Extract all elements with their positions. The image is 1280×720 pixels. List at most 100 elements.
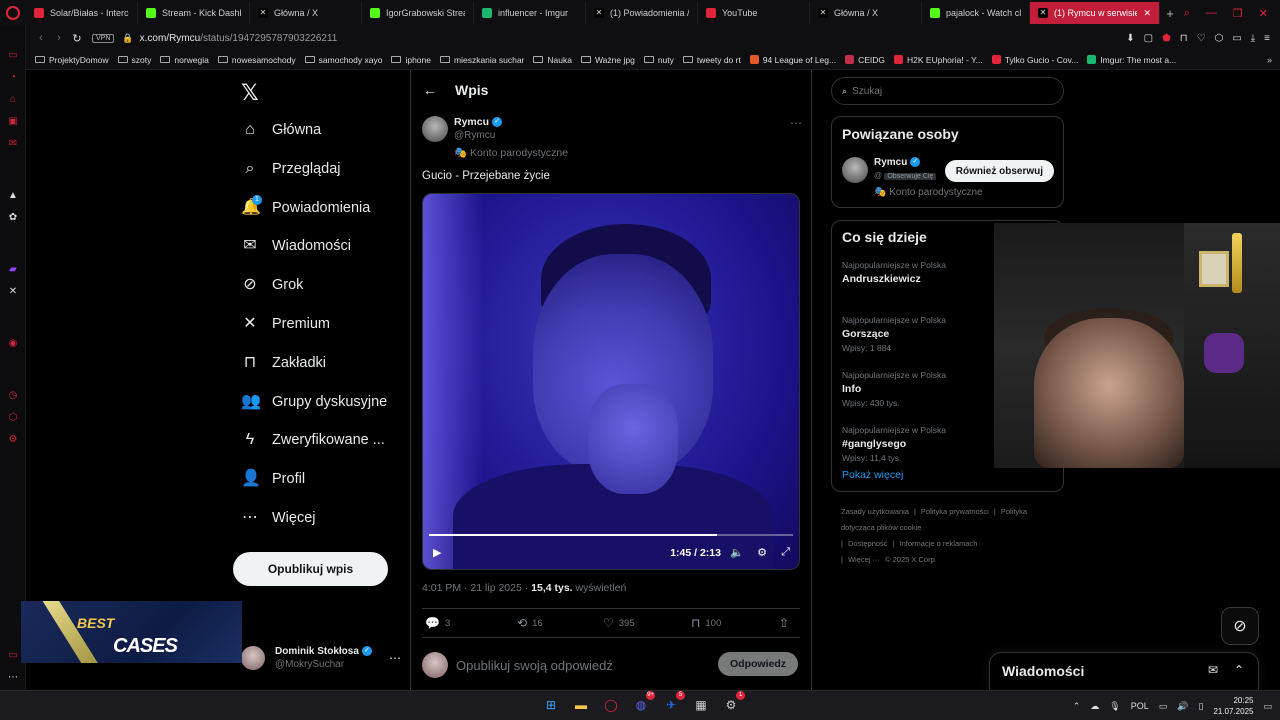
sidebar-x-icon[interactable]: ✕ (7, 286, 19, 298)
url-field[interactable]: x.com/Rymcu/status/1947295787903226211 (140, 33, 338, 44)
battery-icon[interactable]: ▯ (1198, 701, 1203, 712)
show-more-link[interactable]: Pokaż więcej (842, 469, 903, 481)
grok-floating-button[interactable]: ⊘ (1221, 607, 1259, 645)
nav-item-lightning[interactable]: ϟ Zweryfikowane ... (241, 428, 385, 452)
heart-icon[interactable]: ♡ (1197, 33, 1206, 44)
video-player[interactable]: ▶ 1:45 / 2:13 🔈 ⚙ ⤢ (422, 193, 800, 570)
browser-tab[interactable]: YouTube (698, 2, 810, 24)
footer-link[interactable]: Dostępność (848, 539, 888, 548)
nav-item-grok[interactable]: ⊘ Grok (241, 273, 303, 297)
post-timestamp[interactable]: 4:01 PM · 21 lip 2025 · (422, 582, 531, 594)
search-box[interactable]: ⌕ (831, 77, 1064, 105)
opera-logo-icon[interactable] (0, 0, 26, 26)
nav-item-bell[interactable]: 🔔 1 Powiadomienia (241, 194, 370, 220)
footer-link[interactable]: Polityka prywatności (921, 507, 989, 516)
footer-link[interactable]: © 2025 X Corp. (885, 555, 937, 564)
nav-item-home[interactable]: ⌂ Główna (241, 118, 321, 142)
sidebar-gx-icon[interactable]: ▭ (7, 650, 19, 662)
account-switcher[interactable]: Dominik Stokłosa ✓ @MokrySuchar ⋯ (241, 640, 401, 676)
nav-item-bookmark[interactable]: ⊓ Zakładki (241, 351, 326, 375)
footer-link[interactable]: Więcej ··· (848, 555, 880, 564)
maximize-icon[interactable]: ❐ (1233, 7, 1243, 20)
account-more-icon[interactable]: ⋯ (389, 651, 401, 665)
browser-tab[interactable]: ✕ (1) Powiadomienia / X (586, 2, 698, 24)
lock-icon[interactable]: 🔒 (122, 33, 133, 44)
nav-item-mail[interactable]: ✉ Wiadomości (241, 234, 351, 258)
browser-tab[interactable]: influencer - Imgur (474, 2, 586, 24)
expand-icon[interactable]: ⌃ (1234, 663, 1244, 677)
download-icon[interactable]: ⤓ (1251, 33, 1255, 44)
nav-item-profile[interactable]: 👤 Profil (241, 467, 305, 491)
bookmark-page-icon[interactable]: ⊓ (1180, 33, 1188, 44)
messages-drawer[interactable]: Wiadomości ✉ ⌃ (989, 652, 1259, 690)
like-action[interactable]: ♡ 395 (603, 616, 691, 630)
follow-back-button[interactable]: Również obserwuj (944, 160, 1054, 182)
nav-item-x-premium[interactable]: ✕ Premium (241, 312, 330, 336)
video-progress-bar[interactable] (429, 534, 793, 536)
author-avatar[interactable] (422, 116, 448, 142)
minimize-icon[interactable]: — (1206, 7, 1217, 19)
reply-button[interactable]: Odpowiedz (718, 652, 798, 676)
bookmark-item[interactable]: iphone (391, 55, 431, 65)
steam-icon[interactable]: ⚙ 1 (720, 691, 745, 716)
extensions-icon[interactable]: ⬡ (1215, 33, 1224, 44)
messenger-icon[interactable]: ✈ 5 (660, 691, 685, 716)
browser-tab[interactable]: ✕ Główna / X (810, 2, 922, 24)
post-more-icon[interactable]: ⋯ (790, 116, 802, 130)
sidebar-gx-corner-icon[interactable]: ▣ (7, 116, 19, 128)
bookmark-item[interactable]: mieszkania suchar (440, 55, 524, 65)
sidebar-more-icon[interactable]: ⋯ (7, 672, 19, 684)
share-action[interactable]: ⇧ (779, 616, 794, 630)
windows-start-icon[interactable]: ⊞ (540, 694, 562, 716)
calculator-icon[interactable]: ▦ (690, 694, 712, 716)
author-name[interactable]: Rymcu (454, 116, 489, 128)
bookmark-item[interactable]: ProjektyDomow (35, 55, 109, 65)
sidebar-history-icon[interactable]: ◷ (7, 390, 19, 402)
reply-input[interactable]: Opublikuj swoją odpowiedź (456, 658, 613, 673)
bookmark-item[interactable]: 94 League of Leg... (749, 55, 836, 65)
bookmark-item[interactable]: tweety do rt (682, 55, 741, 65)
easy-setup-icon[interactable]: ≡ (1264, 33, 1270, 44)
post-button[interactable]: Opublikuj wpis (233, 552, 388, 586)
bookmark-item[interactable]: samochody xayo (304, 55, 382, 65)
notifications-icon[interactable]: ▭ (1263, 701, 1272, 712)
sidebar-gx-control-icon[interactable]: ⌂ (7, 94, 19, 106)
bookmark-item[interactable]: nowesamochody (217, 55, 296, 65)
repost-action[interactable]: ⟲ 16 (517, 616, 603, 630)
browser-tab[interactable]: Stream - Kick Dashb (138, 2, 250, 24)
opera-gx-icon[interactable]: ◯ (600, 694, 622, 716)
bookmark-item[interactable]: CEIDG (845, 55, 885, 65)
wallet-icon[interactable]: ▭ (1232, 33, 1241, 44)
onedrive-icon[interactable]: ☁ (1090, 701, 1099, 712)
volume-icon[interactable]: 🔈 (730, 546, 744, 559)
sidebar-mail-icon[interactable]: ✉ (7, 138, 19, 150)
new-tab-button[interactable]: + (1160, 6, 1180, 21)
bookmark-item[interactable]: Nauka (533, 55, 572, 65)
forward-icon[interactable]: › (50, 32, 68, 44)
back-arrow-icon[interactable]: ← (423, 82, 437, 98)
new-message-icon[interactable]: ✉ (1208, 663, 1218, 677)
search-tabs-icon[interactable]: ⌕ (1184, 7, 1190, 20)
nav-item-more[interactable]: ⋯ Więcej (241, 506, 316, 530)
sidebar-player-icon[interactable]: ◉ (7, 338, 19, 350)
nav-item-communities[interactable]: 👥 Grupy dyskusyjne (241, 390, 387, 414)
bookmark-item[interactable]: Ważne jpg (580, 55, 635, 65)
search-input[interactable] (852, 85, 1033, 97)
reload-icon[interactable]: ↻ (68, 32, 86, 45)
sidebar-ads-icon[interactable]: ▭ (7, 50, 19, 62)
discord-icon[interactable]: ◍ 9+ (630, 691, 655, 716)
bookmark-item[interactable]: norwegia (160, 55, 209, 65)
browser-tab[interactable]: ✕ (1) Rymcu w serwisie X: , ✕ (1030, 2, 1160, 24)
author-handle[interactable]: @Rymcu (454, 129, 502, 142)
volume-icon[interactable]: 🔊 (1177, 701, 1188, 712)
related-person[interactable]: Rymcu ✓ @ Obserwuje Cię 🎭 Konto parodysty… (842, 157, 1054, 199)
microphone-icon[interactable]: 🎙 (1109, 701, 1120, 712)
play-icon[interactable]: ▶ (433, 546, 441, 559)
related-avatar[interactable] (842, 157, 868, 183)
browser-tab[interactable]: pajalock - Watch clip (922, 2, 1030, 24)
browser-tab[interactable]: IgorGrabowski Strea (362, 2, 474, 24)
language-indicator[interactable]: POL (1131, 701, 1149, 711)
vpn-badge[interactable]: VPN (92, 33, 115, 43)
back-icon[interactable]: ‹ (32, 32, 50, 44)
tab-capture-icon[interactable]: ▢ (1144, 33, 1153, 44)
